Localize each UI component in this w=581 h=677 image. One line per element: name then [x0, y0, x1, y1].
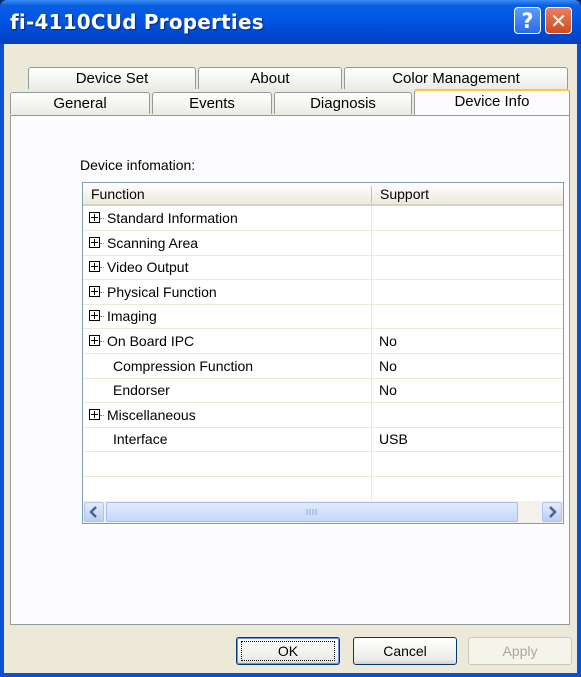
tab-events[interactable]: Events: [152, 92, 272, 114]
table-row[interactable]: Scanning Area: [83, 231, 563, 256]
apply-button[interactable]: Apply: [468, 637, 572, 665]
function-cell: On Board IPC: [107, 333, 195, 349]
tree-connector: [100, 291, 104, 293]
tab-label: Color Management: [392, 70, 520, 87]
table-row[interactable]: Imaging: [83, 304, 563, 330]
column-header-label: Function: [91, 186, 145, 202]
ok-button[interactable]: OK: [236, 637, 340, 665]
expand-plus-icon[interactable]: [89, 408, 100, 420]
expand-plus-icon[interactable]: [89, 236, 100, 248]
expand-plus-icon[interactable]: [89, 285, 100, 297]
scroll-thumb[interactable]: [106, 502, 518, 522]
grip-icon: [306, 509, 317, 515]
tree-connector: [100, 218, 104, 219]
help-button[interactable]: ?: [514, 7, 541, 34]
cancel-button-label: Cancel: [383, 643, 427, 659]
column-header-function[interactable]: Function: [83, 183, 372, 206]
tab-diagnosis[interactable]: Diagnosis: [274, 92, 412, 114]
scroll-left-button[interactable]: [84, 502, 104, 522]
cancel-button[interactable]: Cancel: [353, 637, 457, 665]
chevron-left-icon: [89, 506, 97, 518]
apply-button-label: Apply: [502, 643, 538, 659]
function-cell: Imaging: [107, 308, 157, 325]
function-cell: Standard Information: [107, 210, 238, 226]
close-button[interactable]: ✕: [545, 7, 572, 34]
column-header-label: Support: [380, 186, 430, 202]
table-row[interactable]: Miscellaneous: [83, 403, 563, 428]
support-cell: No: [379, 382, 397, 399]
tab-device-info[interactable]: Device Info: [414, 89, 570, 115]
tab-about[interactable]: About: [198, 67, 342, 89]
tab-label: Device Set: [75, 70, 149, 87]
device-information-label: Device infomation:: [80, 157, 196, 173]
tab-label: General: [53, 95, 107, 112]
focus-indicator: [241, 641, 335, 661]
expand-plus-icon[interactable]: [89, 310, 100, 322]
table-row[interactable]: Physical Function: [83, 280, 563, 305]
table-row[interactable]: Interface USB: [83, 427, 563, 453]
header-divider: [371, 186, 372, 203]
expand-plus-icon[interactable]: [89, 335, 100, 346]
function-cell: Scanning Area: [107, 234, 199, 251]
horizontal-scrollbar[interactable]: [83, 501, 563, 523]
tab-label: Events: [189, 95, 235, 112]
tree-connector: [100, 316, 104, 318]
table-row[interactable]: Compression Function No: [83, 354, 563, 379]
tab-label: About: [250, 70, 290, 87]
tree-connector: [100, 242, 104, 244]
title-bar[interactable]: fi-4110CUd Properties ? ✕: [0, 0, 581, 44]
expand-plus-icon[interactable]: [89, 261, 100, 273]
table-row[interactable]: On Board IPC No: [83, 329, 563, 354]
scroll-right-button[interactable]: [542, 502, 562, 522]
expand-plus-icon[interactable]: [89, 212, 100, 223]
tree-connector: [100, 267, 104, 269]
support-cell: USB: [379, 431, 408, 448]
tab-general[interactable]: General: [10, 92, 150, 114]
tree-connector: [100, 341, 104, 342]
tree-connector: [100, 414, 104, 416]
table-row[interactable]: [83, 477, 563, 502]
support-cell: No: [379, 357, 397, 374]
window-title: fi-4110CUd Properties: [10, 10, 264, 34]
device-info-list[interactable]: Function Support Standard Information Sca…: [82, 182, 564, 524]
function-cell: Compression Function: [113, 357, 254, 374]
close-icon: ✕: [550, 9, 567, 33]
tab-label: Diagnosis: [310, 95, 376, 112]
question-icon: ?: [521, 9, 534, 33]
window-frame-right: [577, 44, 581, 677]
chevron-right-icon: [549, 506, 557, 518]
table-row[interactable]: Endorser No: [83, 378, 563, 404]
table-row[interactable]: Video Output: [83, 255, 563, 281]
function-cell: Video Output: [107, 259, 189, 276]
function-cell: Physical Function: [107, 283, 217, 300]
tab-color-management[interactable]: Color Management: [344, 67, 568, 89]
support-cell: No: [379, 333, 397, 349]
table-row[interactable]: Standard Information: [83, 206, 563, 231]
table-row[interactable]: [83, 452, 563, 477]
tab-device-set[interactable]: Device Set: [28, 67, 196, 89]
tab-label: Device Info: [454, 93, 530, 110]
function-cell: Interface: [113, 431, 168, 448]
properties-window: fi-4110CUd Properties ? ✕ Device Set Abo…: [0, 0, 581, 677]
function-cell: Endorser: [113, 382, 170, 399]
window-frame-bottom: [0, 673, 581, 677]
function-cell: Miscellaneous: [107, 406, 196, 423]
column-header-support[interactable]: Support: [372, 183, 563, 206]
